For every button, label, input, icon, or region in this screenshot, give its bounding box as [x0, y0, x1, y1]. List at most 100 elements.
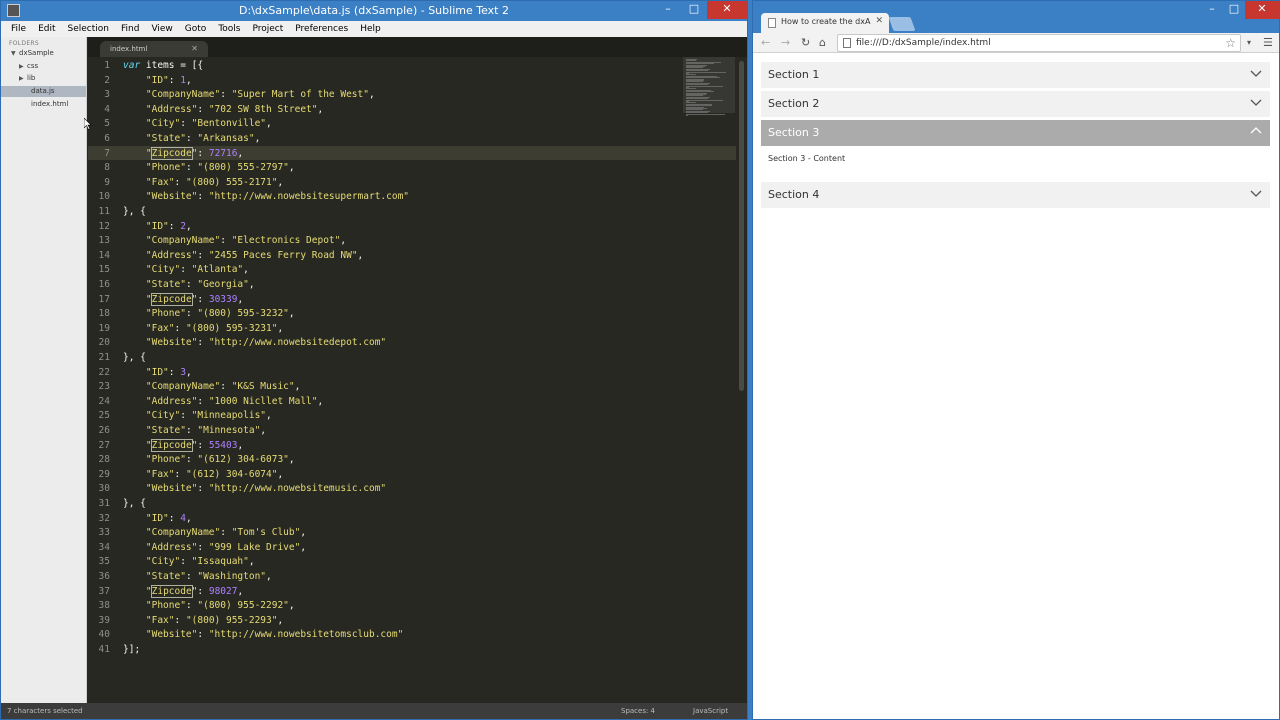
status-spaces[interactable]: Spaces: 4	[621, 707, 655, 715]
address-url: file:///D:/dxSample/index.html	[856, 38, 991, 48]
code-line[interactable]: "State": "Georgia",	[123, 279, 255, 290]
code-line[interactable]: "Website": "http://www.nowebsitedepot.co…	[123, 337, 386, 348]
minimize-icon[interactable]: –	[1201, 1, 1223, 19]
browser-window-controls: – □ ✕	[1201, 1, 1279, 19]
reload-icon[interactable]: ↻	[801, 36, 810, 49]
code-line[interactable]: "Fax": "(612) 304-6074",	[123, 469, 283, 480]
code-line[interactable]: "Website": "http://www.nowebsitemusic.co…	[123, 483, 386, 494]
line-number: 26	[98, 425, 110, 436]
tab-index-html[interactable]: index.html ✕	[100, 41, 208, 57]
code-line[interactable]: "ID": 3,	[123, 367, 192, 378]
chevron-down-icon	[1250, 99, 1262, 106]
code-line[interactable]: "Phone": "(800) 555-2797",	[123, 162, 295, 173]
menu-goto[interactable]: Goto	[179, 24, 213, 34]
menu-view[interactable]: View	[145, 24, 178, 34]
code-line[interactable]: "City": "Issaquah",	[123, 556, 255, 567]
extension-icon[interactable]: ▾	[1247, 38, 1251, 47]
scroll-thumb[interactable]	[739, 61, 744, 391]
address-bar[interactable]: file:///D:/dxSample/index.html ☆	[837, 34, 1241, 52]
accordion-section-4[interactable]: Section 4	[761, 182, 1270, 208]
home-icon[interactable]: ⌂	[819, 36, 826, 49]
code-line[interactable]: "CompanyName": "K&S Music",	[123, 381, 300, 392]
code-line[interactable]: "State": "Arkansas",	[123, 133, 260, 144]
tree-folder-css[interactable]: ▶ css	[19, 61, 38, 72]
code-line[interactable]: "Phone": "(612) 304-6073",	[123, 454, 295, 465]
code-line[interactable]: "Fax": "(800) 555-2171",	[123, 177, 283, 188]
code-line[interactable]: "Zipcode": 55403,	[123, 438, 243, 452]
line-number: 23	[98, 381, 110, 393]
minimize-icon[interactable]: –	[655, 1, 681, 19]
code-line[interactable]: "State": "Minnesota",	[123, 425, 266, 436]
sublime-menubar: File Edit Selection Find View Goto Tools…	[1, 21, 747, 37]
menu-help[interactable]: Help	[354, 24, 387, 34]
code-line[interactable]: "CompanyName": "Electronics Depot",	[123, 235, 346, 246]
close-icon[interactable]: ✕	[1245, 1, 1279, 19]
code-line[interactable]: "Website": "http://www.nowebsitesupermar…	[123, 191, 409, 202]
code-line[interactable]: }, {	[123, 352, 146, 363]
browser-titlebar[interactable]: How to create the dxA ✕ – □ ✕	[753, 1, 1279, 33]
code-line[interactable]: "ID": 2,	[123, 221, 192, 232]
code-line[interactable]: "Website": "http://www.nowebsitetomsclub…	[123, 629, 403, 640]
code-line[interactable]: }, {	[123, 498, 146, 509]
menu-file[interactable]: File	[5, 24, 32, 34]
code-line[interactable]: "ID": 1,	[123, 75, 192, 86]
code-line[interactable]: "State": "Washington",	[123, 571, 272, 582]
code-line[interactable]: "CompanyName": "Super Mart of the West",	[123, 89, 375, 100]
accordion-section-2[interactable]: Section 2	[761, 91, 1270, 117]
line-number: 37	[98, 585, 110, 597]
code-line[interactable]: "Fax": "(800) 955-2293",	[123, 615, 283, 626]
code-line[interactable]: "Address": "702 SW 8th Street",	[123, 104, 323, 115]
minimap-line	[686, 99, 723, 101]
code-line[interactable]: "Phone": "(800) 955-2292",	[123, 600, 295, 611]
sublime-titlebar[interactable]: D:\dxSample\data.js (dxSample) - Sublime…	[1, 1, 747, 21]
menu-find[interactable]: Find	[115, 24, 145, 34]
line-number: 16	[98, 279, 110, 290]
code-line[interactable]: "City": "Bentonville",	[123, 118, 272, 129]
code-line[interactable]: "CompanyName": "Tom's Club",	[123, 527, 306, 538]
menu-edit[interactable]: Edit	[32, 24, 61, 34]
tree-root-folder[interactable]: ▼ dxSample	[11, 48, 54, 59]
code-line[interactable]: var items = [{	[123, 60, 203, 71]
code-line[interactable]: "Address": "1000 Nicllet Mall",	[123, 396, 323, 407]
page-content: Section 1 Section 2 Section 3 Section 3 …	[753, 54, 1279, 719]
tab-close-icon[interactable]: ✕	[191, 44, 198, 53]
editor-scrollbar[interactable]	[736, 57, 747, 703]
forward-icon[interactable]: →	[781, 36, 790, 49]
menu-selection[interactable]: Selection	[62, 24, 115, 34]
accordion-section-3[interactable]: Section 3	[761, 120, 1270, 146]
code-line[interactable]: "Zipcode": 98027,	[123, 584, 243, 598]
code-line[interactable]: "City": "Atlanta",	[123, 264, 249, 275]
code-line[interactable]: "Address": "2455 Paces Ferry Road NW",	[123, 250, 363, 261]
tree-file-data-js[interactable]: data.js	[31, 86, 55, 97]
tab-close-icon[interactable]: ✕	[875, 16, 883, 26]
line-number: 8	[104, 162, 110, 174]
code-line[interactable]: }];	[123, 644, 140, 655]
code-editor[interactable]: 1 var items = [{2 "ID": 1, 3 "CompanyName"…	[88, 57, 736, 703]
code-line[interactable]: }, {	[123, 206, 146, 217]
line-number: 24	[98, 395, 110, 407]
close-icon[interactable]: ✕	[707, 1, 747, 19]
back-icon[interactable]: ←	[761, 36, 770, 49]
tree-file-index-html[interactable]: index.html	[31, 99, 68, 110]
star-icon[interactable]: ☆	[1225, 36, 1236, 50]
code-line[interactable]: "Fax": "(800) 595-3231",	[123, 323, 283, 334]
code-line[interactable]: "Phone": "(800) 595-3232",	[123, 308, 295, 319]
code-line[interactable]: "ID": 4,	[123, 513, 192, 524]
browser-tab[interactable]: How to create the dxA ✕	[761, 13, 889, 33]
status-syntax[interactable]: JavaScript	[693, 707, 728, 715]
maximize-icon[interactable]: □	[1223, 1, 1245, 19]
tree-folder-lib[interactable]: ▶ lib	[19, 73, 35, 84]
code-line[interactable]: "Zipcode": 72716,	[123, 146, 243, 160]
menu-project[interactable]: Project	[246, 24, 289, 34]
code-line[interactable]: "Zipcode": 30339,	[123, 292, 243, 306]
maximize-icon[interactable]: □	[681, 1, 707, 19]
code-line[interactable]: "Address": "999 Lake Drive",	[123, 542, 306, 553]
line-number: 2	[104, 74, 110, 86]
minimap[interactable]	[683, 57, 735, 117]
accordion-section-1[interactable]: Section 1	[761, 62, 1270, 88]
new-tab-button[interactable]	[888, 17, 916, 31]
code-line[interactable]: "City": "Minneapolis",	[123, 410, 272, 421]
menu-tools[interactable]: Tools	[212, 24, 246, 34]
menu-icon[interactable]: ☰	[1263, 36, 1273, 49]
menu-preferences[interactable]: Preferences	[289, 24, 354, 34]
